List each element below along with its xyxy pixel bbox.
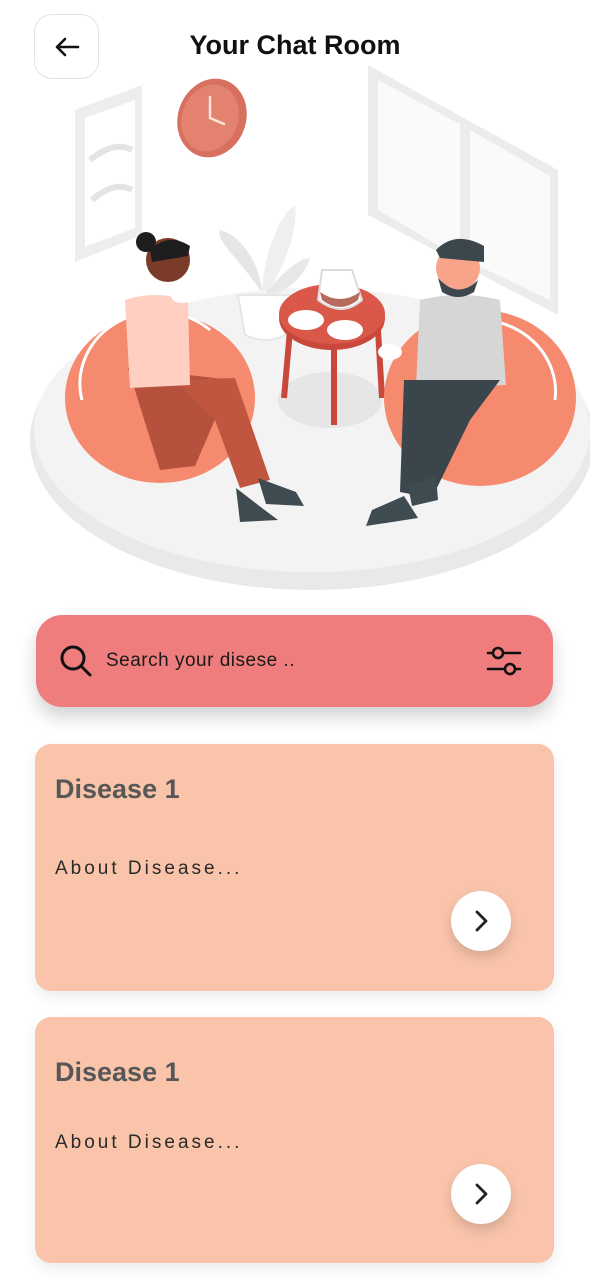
search-input[interactable] xyxy=(106,641,466,681)
clock-icon xyxy=(177,78,247,158)
sliders-icon[interactable] xyxy=(484,641,524,681)
card-title: Disease 1 xyxy=(55,1057,180,1087)
search-bar xyxy=(36,615,553,707)
open-card-button[interactable] xyxy=(451,1164,511,1224)
window-left xyxy=(75,85,142,262)
chat-room-illustration xyxy=(30,65,590,590)
open-card-button[interactable] xyxy=(451,891,511,951)
chevron-right-icon xyxy=(475,910,488,932)
card-title: Disease 1 xyxy=(55,774,180,804)
search-icon[interactable] xyxy=(58,643,94,679)
page-title: Your Chat Room xyxy=(189,30,401,60)
card-description: About Disease... xyxy=(55,1132,243,1153)
chevron-right-icon xyxy=(475,1183,488,1205)
disease-card[interactable]: Disease 1 About Disease... xyxy=(35,1017,554,1263)
card-description: About Disease... xyxy=(55,858,243,879)
disease-card[interactable]: Disease 1 About Disease... xyxy=(35,744,554,991)
